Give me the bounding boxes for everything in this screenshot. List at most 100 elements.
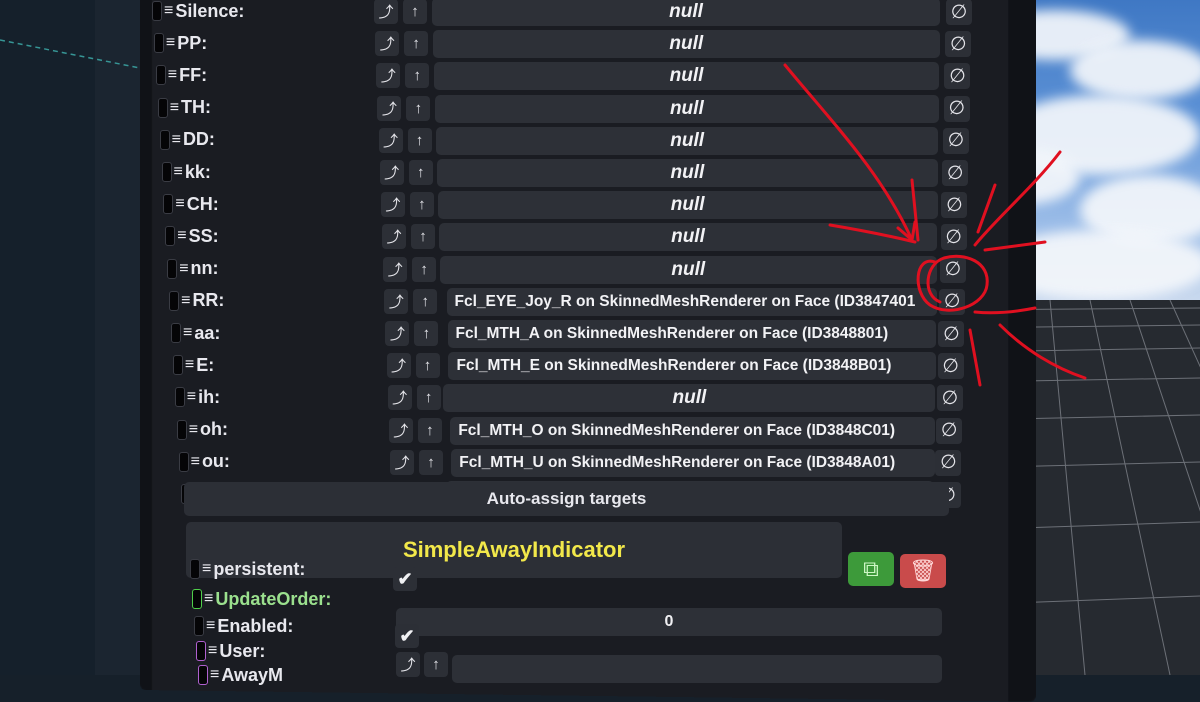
clear-reference-button[interactable]: ∅ (940, 224, 967, 251)
move-up-button[interactable]: ↑ (412, 256, 437, 282)
clear-reference-button[interactable]: ∅ (935, 449, 962, 476)
blendshape-reference-field[interactable]: Fcl_MTH_U on SkinnedMeshRenderer on Face… (451, 448, 935, 477)
viseme-label-text: ih: (198, 386, 221, 407)
move-up-button[interactable]: ↑ (415, 353, 440, 379)
jump-to-target-button[interactable]: ⤴ (389, 449, 414, 475)
clear-reference-button[interactable]: ∅ (946, 0, 972, 25)
move-up-button[interactable]: ↑ (413, 288, 438, 314)
field-drag-handle[interactable] (157, 97, 168, 118)
blendshape-reference-field[interactable]: null (438, 223, 938, 252)
field-drag-handle[interactable] (153, 33, 164, 54)
clear-reference-button[interactable]: ∅ (945, 31, 972, 58)
move-up-button[interactable]: ↑ (418, 449, 443, 475)
field-drag-handle[interactable] (152, 1, 162, 21)
field-drag-handle[interactable] (159, 129, 170, 150)
clear-reference-button[interactable]: ∅ (937, 353, 964, 380)
field-drag-handle[interactable] (194, 616, 204, 636)
move-up-button[interactable]: ↑ (407, 127, 432, 153)
clear-reference-button[interactable]: ∅ (939, 288, 966, 315)
delete-component-button[interactable]: 🗑 (900, 554, 946, 588)
user-jump-button[interactable]: ⤴ (396, 652, 420, 677)
move-up-button[interactable]: ↑ (403, 0, 427, 24)
viseme-row: ≡ E: ⤴ ↑ Fcl_MTH_E on SkinnedMeshRenderer on… (0, 350, 1200, 381)
clear-null-icon: ∅ (940, 420, 958, 442)
jump-to-target-button[interactable]: ⤴ (375, 31, 400, 57)
clear-reference-button[interactable]: ∅ (943, 95, 970, 122)
jump-to-target-button[interactable]: ⤴ (386, 353, 411, 379)
jump-to-target-button[interactable]: ⤴ (385, 321, 410, 346)
jump-to-target-button[interactable]: ⤴ (381, 224, 406, 250)
duplicate-component-button[interactable]: ⧉ (848, 552, 894, 586)
field-drag-handle[interactable] (161, 162, 172, 182)
move-up-button[interactable]: ↑ (416, 385, 441, 411)
grip-icon: ≡ (165, 34, 176, 52)
jump-to-target-button[interactable]: ⤴ (374, 0, 398, 24)
clear-null-icon: ∅ (946, 194, 963, 216)
field-drag-handle[interactable] (176, 419, 187, 440)
update-order-input[interactable]: 0 (396, 608, 942, 636)
blendshape-reference-field[interactable]: null (443, 384, 936, 413)
clear-reference-button[interactable]: ∅ (944, 63, 971, 90)
blendshape-reference-field[interactable]: null (436, 159, 939, 187)
jump-icon: ⤴ (389, 326, 405, 343)
clear-reference-button[interactable]: ∅ (936, 417, 963, 444)
field-drag-handle[interactable] (169, 290, 180, 311)
field-drag-handle[interactable] (172, 355, 183, 376)
blendshape-reference-field[interactable]: Fcl_EYE_Joy_R on SkinnedMeshRenderer on … (446, 287, 937, 316)
field-drag-handle[interactable] (165, 226, 176, 247)
move-up-button[interactable]: ↑ (405, 63, 430, 89)
jump-to-target-button[interactable]: ⤴ (387, 385, 412, 411)
persistent-checkbox[interactable]: ✔ (393, 567, 417, 591)
jump-to-target-button[interactable]: ⤴ (384, 288, 409, 314)
field-drag-handle[interactable] (167, 258, 178, 279)
move-up-button[interactable]: ↑ (410, 224, 435, 250)
blendshape-reference-field[interactable]: null (433, 62, 940, 91)
clear-reference-button[interactable]: ∅ (942, 160, 969, 186)
jump-to-target-button[interactable]: ⤴ (383, 256, 408, 282)
field-drag-handle[interactable] (155, 65, 166, 86)
blendshape-reference-field[interactable]: null (434, 94, 939, 123)
field-drag-handle[interactable] (196, 641, 206, 661)
blendshape-reference-field[interactable]: null (432, 0, 940, 26)
jump-to-target-button[interactable]: ⤴ (379, 160, 404, 185)
jump-to-target-button[interactable]: ⤴ (378, 127, 403, 153)
viseme-label-text: DD: (182, 129, 215, 150)
move-up-button[interactable]: ↑ (409, 192, 434, 218)
field-drag-handle[interactable] (174, 387, 185, 408)
auto-assign-targets-button[interactable]: Auto-assign targets (184, 482, 949, 516)
arrow-up-icon: ↑ (423, 357, 432, 375)
blendshape-reference-field[interactable]: null (435, 126, 939, 155)
jump-to-target-button[interactable]: ⤴ (376, 63, 401, 89)
blendshape-reference-field[interactable]: null (437, 191, 938, 220)
blendshape-reference-field[interactable]: null (439, 255, 937, 284)
jump-to-target-button[interactable]: ⤴ (380, 192, 405, 218)
arrow-up-icon: ↑ (427, 453, 435, 471)
jump-icon: ⤴ (381, 100, 397, 118)
blendshape-reference-field[interactable]: Fcl_MTH_A on SkinnedMeshRenderer on Face… (447, 320, 937, 348)
blendshape-reference-field[interactable]: Fcl_MTH_O on SkinnedMeshRenderer on Face… (450, 416, 936, 445)
clear-reference-button[interactable]: ∅ (941, 192, 968, 219)
user-reference-field[interactable] (452, 655, 942, 683)
user-up-button[interactable]: ↑ (424, 652, 448, 677)
field-drag-handle[interactable] (192, 589, 202, 609)
move-up-button[interactable]: ↑ (414, 321, 439, 346)
move-up-button[interactable]: ↑ (406, 95, 431, 121)
field-drag-handle[interactable] (198, 665, 208, 685)
move-up-button[interactable]: ↑ (408, 160, 433, 185)
jump-to-target-button[interactable]: ⤴ (377, 95, 402, 121)
field-drag-handle[interactable] (171, 323, 181, 343)
clear-reference-button[interactable]: ∅ (936, 385, 963, 412)
clear-reference-button[interactable]: ∅ (942, 127, 969, 154)
field-drag-handle[interactable] (190, 559, 200, 579)
field-drag-handle[interactable] (178, 451, 189, 472)
grip-icon: ≡ (179, 259, 189, 277)
move-up-button[interactable]: ↑ (417, 417, 442, 443)
blendshape-reference-field[interactable]: null (432, 30, 940, 59)
clear-reference-button[interactable]: ∅ (939, 256, 966, 283)
jump-to-target-button[interactable]: ⤴ (388, 417, 413, 443)
blendshape-reference-field[interactable]: Fcl_MTH_E on SkinnedMeshRenderer on Face… (448, 352, 936, 381)
field-drag-handle[interactable] (163, 194, 174, 215)
clear-reference-button[interactable]: ∅ (938, 321, 965, 347)
move-up-button[interactable]: ↑ (404, 31, 429, 57)
enabled-checkbox[interactable]: ✔ (395, 624, 419, 648)
